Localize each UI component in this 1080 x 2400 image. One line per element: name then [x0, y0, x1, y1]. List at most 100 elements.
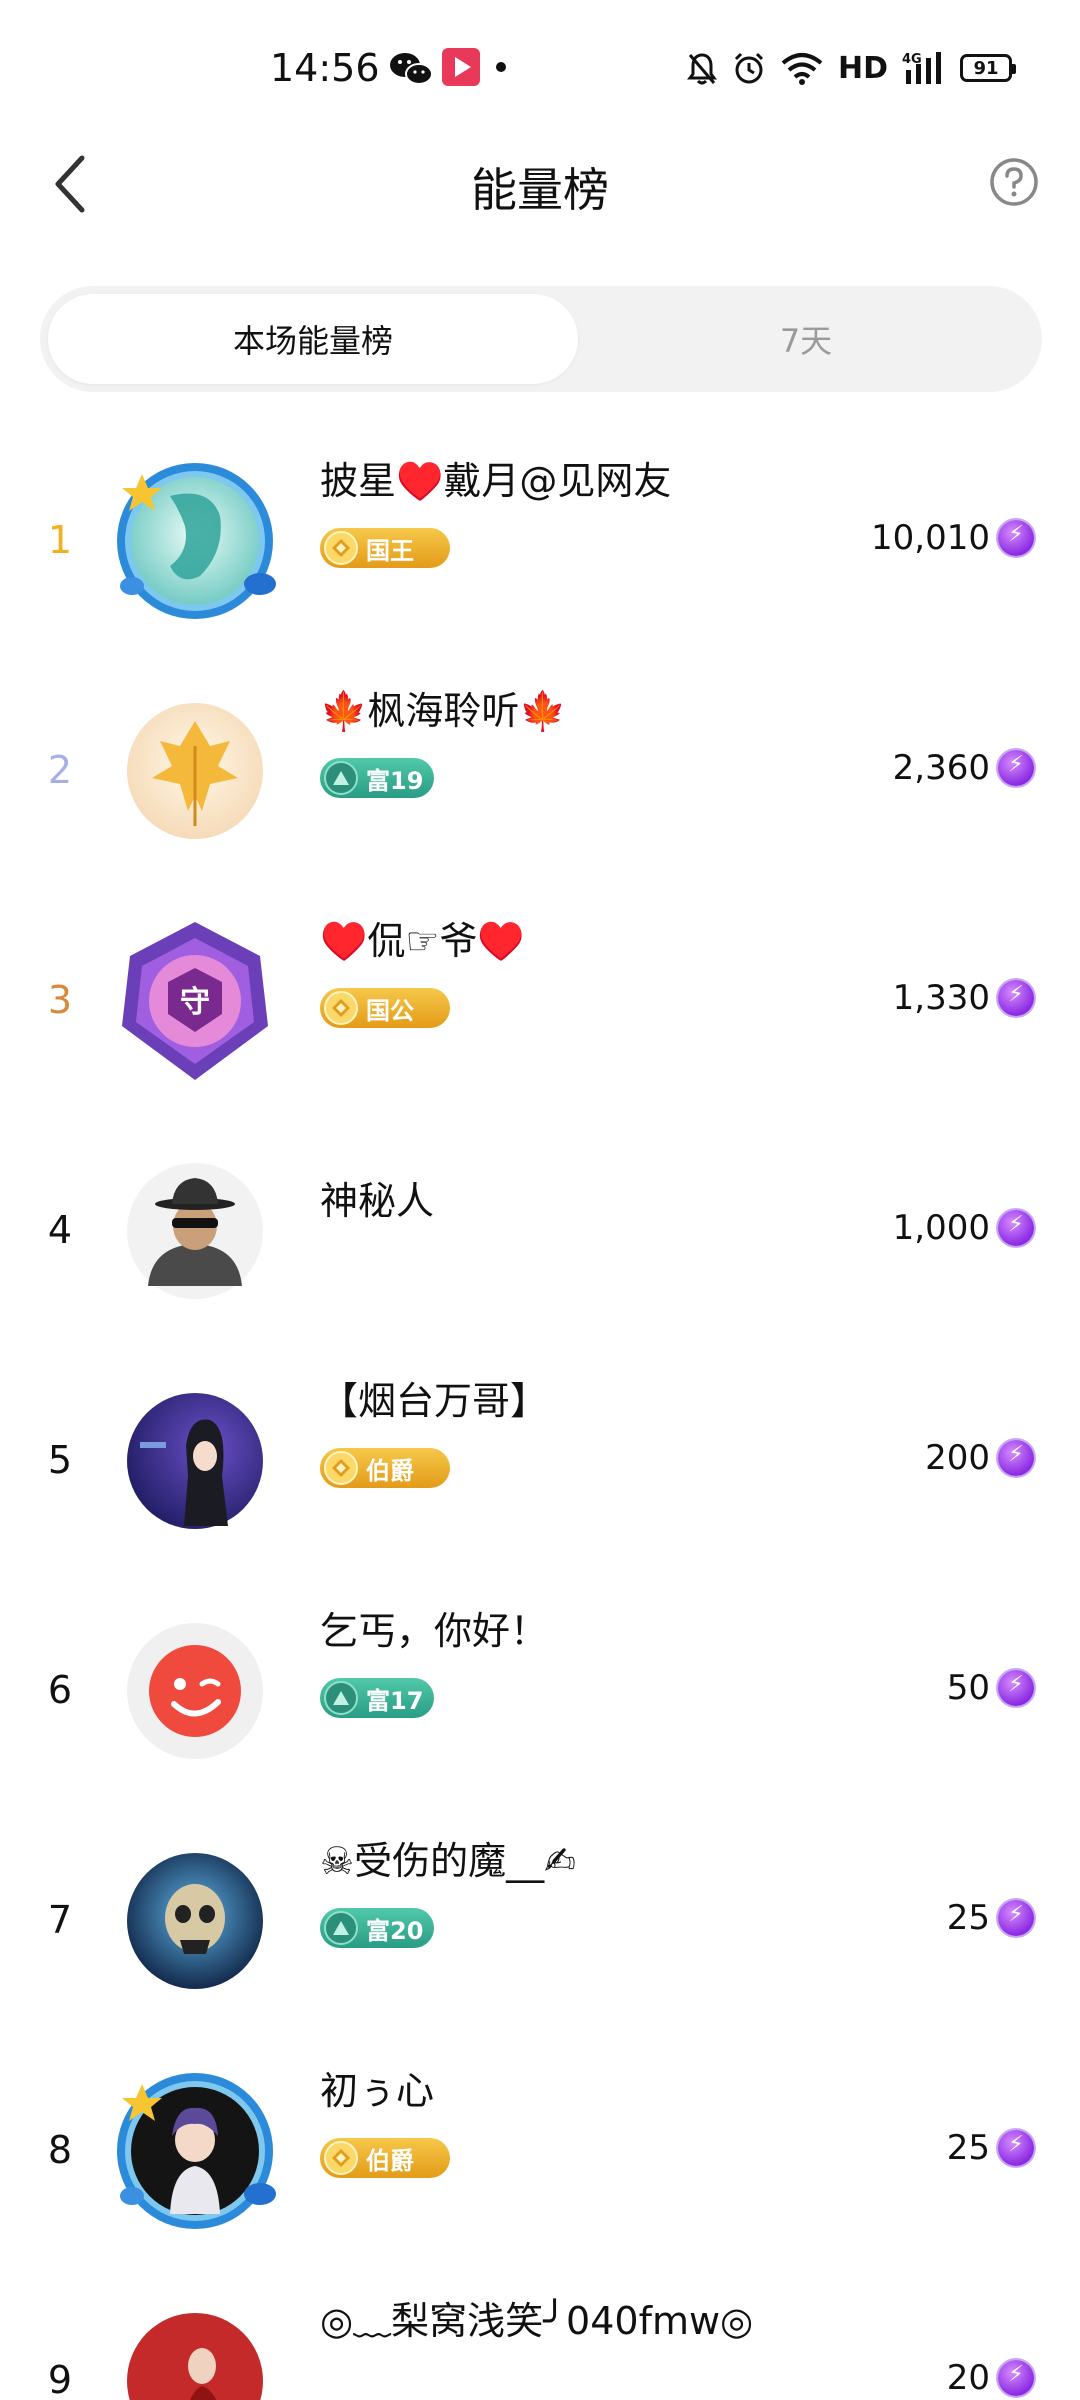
energy-score: 200: [925, 1438, 990, 1478]
wealth-badge-icon: [324, 1911, 358, 1945]
energy-score: 10,010: [871, 518, 990, 558]
energy-score: 2,360: [892, 748, 990, 788]
user-name: ◎﹏梨窝浅笑╯040fmw◎: [320, 2299, 754, 2343]
user-name: 【烟台万哥】: [320, 1379, 549, 1423]
list-item[interactable]: 3 守 ♥️侃☞爷♥️ 国公 1,330: [0, 880, 1080, 1110]
status-bar: 14:56 HD 4G 91: [0, 0, 1080, 136]
list-item[interactable]: 9 ◎﹏梨窝浅笑╯040fmw◎ 20: [0, 2260, 1080, 2400]
mute-bell-icon: [686, 53, 717, 85]
rank-number: 4: [47, 1208, 73, 1252]
diamond-badge-icon: [324, 531, 358, 565]
diamond-badge-icon: [324, 1451, 358, 1485]
avatar: [117, 463, 276, 619]
energy-score: 50: [946, 1668, 990, 1708]
avatar-frame: [110, 2296, 280, 2400]
user-name: ♥️侃☞爷♥️: [320, 919, 525, 963]
avatar: [127, 1393, 263, 1529]
avatar: [127, 1163, 263, 1299]
energy-score: 1,000: [892, 1208, 990, 1248]
list-item[interactable]: 8 初ぅ心 伯爵 25: [0, 2030, 1080, 2260]
avatar: [127, 703, 263, 839]
badge-label: 国王: [366, 536, 414, 565]
avatar-frame: [110, 1836, 280, 2006]
status-time: 14:56: [270, 46, 380, 90]
wifi-icon: [781, 53, 823, 85]
wealth-badge-icon: [324, 1681, 358, 1715]
rank-badge: 伯爵: [320, 1448, 450, 1488]
energy-score: 1,330: [892, 978, 990, 1018]
rank-number: 2: [47, 748, 73, 792]
avatar-frame: 守: [110, 916, 280, 1086]
badge-label: 伯爵: [366, 1456, 414, 1485]
energy-bolt-icon: [998, 980, 1034, 1016]
list-item[interactable]: 5 【烟台万哥】 伯爵 200: [0, 1340, 1080, 1570]
list-item[interactable]: 7 ☠受伤的魔__✍ 富20 25: [0, 1800, 1080, 2030]
alarm-icon: [734, 52, 764, 84]
avatar: [127, 2313, 263, 2400]
wealth-badge-icon: [324, 761, 358, 795]
energy-bolt-icon: [998, 520, 1034, 556]
energy-score: 20: [946, 2358, 990, 2398]
status-right-icons: HD 4G 91: [686, 46, 1016, 90]
energy-score: 25: [946, 1898, 990, 1938]
avatar-frame: [110, 456, 280, 626]
rank-badge: 国王: [320, 528, 450, 568]
battery-icon: 91: [960, 54, 1016, 82]
avatar-frame: [110, 1376, 280, 1546]
energy-bolt-icon: [998, 1210, 1034, 1246]
rank-badge: 富19: [320, 758, 434, 798]
list-item[interactable]: 6 乞丐，你好！ 富17 50: [0, 1570, 1080, 1800]
rank-number: 5: [47, 1438, 73, 1482]
rank-badge: 富17: [320, 1678, 434, 1718]
tab-bar: 本场能量榜 7天: [40, 286, 1042, 392]
energy-bolt-icon: [998, 1440, 1034, 1476]
avatar-frame: [110, 686, 280, 856]
user-name: 乞丐，你好！: [320, 1609, 549, 1653]
list-item[interactable]: 4 神秘人 1,000: [0, 1110, 1080, 1340]
tab-7-days[interactable]: 7天: [578, 294, 1034, 384]
list-item[interactable]: 2 🍁枫海聆听🍁 富19 2,360: [0, 650, 1080, 880]
badge-label: 富20: [366, 1916, 424, 1945]
tab-current-session[interactable]: 本场能量榜: [48, 294, 578, 384]
badge-label: 国公: [366, 996, 414, 1025]
energy-bolt-icon: [998, 2360, 1034, 2396]
avatar: [127, 1853, 263, 1989]
rank-number: 7: [47, 1898, 73, 1942]
user-name: 初ぅ心: [320, 2069, 435, 2113]
avatar: [117, 2073, 276, 2229]
user-name: ☠受伤的魔__✍: [320, 1839, 576, 1883]
energy-bolt-icon: [998, 750, 1034, 786]
rank-number: 9: [47, 2358, 73, 2400]
help-circle-icon[interactable]: [988, 156, 1040, 208]
user-name: 披星♥️戴月@见网友: [320, 459, 672, 503]
rank-number: 3: [47, 978, 73, 1022]
video-app-icon: [442, 48, 480, 86]
notification-dot: [496, 62, 506, 72]
badge-label: 伯爵: [366, 2146, 414, 2175]
diamond-badge-icon: [324, 991, 358, 1025]
4g-signal-icon: 4G: [902, 52, 941, 84]
user-name: 🍁枫海聆听🍁: [320, 689, 567, 733]
user-name: 神秘人: [320, 1179, 435, 1223]
avatar-frame: [110, 1606, 280, 1776]
energy-score: 25: [946, 2128, 990, 2168]
header: 能量榜: [0, 136, 1080, 232]
avatar: 守: [122, 922, 268, 1080]
page-title: 能量榜: [471, 163, 609, 217]
network-hd-label: HD: [837, 50, 888, 86]
energy-bolt-icon: [998, 2130, 1034, 2166]
wechat-icon: [390, 53, 433, 85]
list-item[interactable]: 1 披星♥️戴月@见网友 国王 10,010: [0, 420, 1080, 650]
avatar: [127, 1623, 263, 1759]
rank-number: 6: [47, 1668, 73, 1712]
svg-text:守: 守: [180, 985, 210, 1020]
rank-number: 1: [47, 518, 73, 562]
avatar-frame: [110, 1146, 280, 1316]
rank-badge: 富20: [320, 1908, 434, 1948]
rank-badge: 国公: [320, 988, 450, 1028]
avatar-frame: [110, 2066, 280, 2236]
rank-badge: 伯爵: [320, 2138, 450, 2178]
badge-label: 富19: [366, 766, 424, 795]
badge-label: 富17: [366, 1686, 424, 1715]
energy-bolt-icon: [998, 1900, 1034, 1936]
